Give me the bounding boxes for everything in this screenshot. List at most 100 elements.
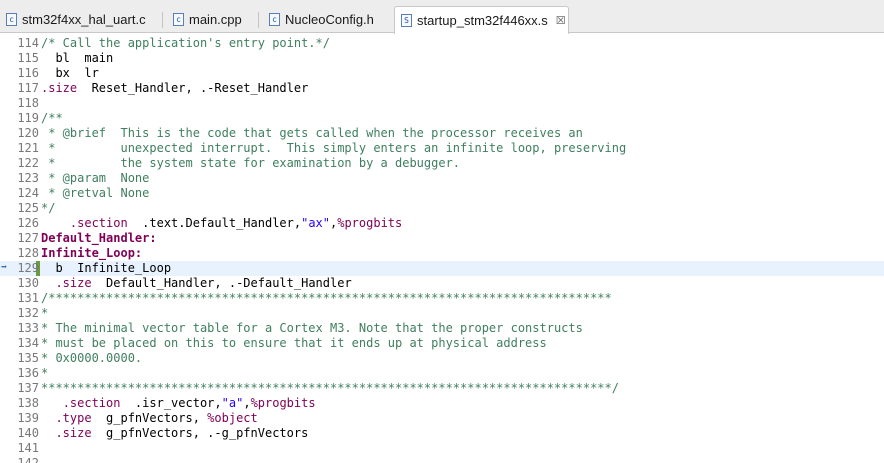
code-text: .type g_pfnVectors, %object [41, 411, 258, 426]
code-token-comment: * [41, 306, 49, 320]
code-line[interactable]: 131/************************************… [0, 291, 884, 306]
line-number: 122 [17, 156, 39, 170]
code-token-comment: * @retval None [41, 186, 150, 200]
code-line[interactable]: 135 * 0x0000.0000. [0, 351, 884, 366]
code-token-comment: /***************************************… [41, 291, 612, 305]
code-token-directive: .section [69, 216, 128, 230]
code-token-comment: */ [41, 201, 56, 215]
code-line[interactable]: 123 * @param None [0, 171, 884, 186]
line-number: 133 [17, 321, 39, 335]
editor-tab-bar: c stm32f4xx_hal_uart.c c main.cpp c Nucl… [0, 0, 884, 34]
close-icon[interactable]: ☒ [556, 14, 566, 27]
code-text: .section .text.Default_Handler,"ax",%pro… [41, 216, 402, 231]
code-text: * the system state for examination by a … [41, 156, 460, 171]
code-token-plain: , [243, 396, 251, 410]
code-token-str: "a" [221, 396, 244, 410]
code-token-comment: * [41, 366, 49, 380]
code-line[interactable]: 114/* Call the application's entry point… [0, 36, 884, 51]
code-line[interactable]: 118 [0, 96, 884, 111]
code-text: * @brief This is the code that gets call… [41, 126, 583, 141]
code-line[interactable]: 125 */ [0, 201, 884, 216]
tab-label: startup_stm32f446xx.s [417, 13, 548, 28]
code-text: * 0x0000.0000. [41, 351, 142, 366]
code-line[interactable]: 142 [0, 456, 884, 463]
c-file-icon: c [173, 13, 184, 26]
code-text: * [41, 366, 48, 381]
code-token-label: Default_Handler: [41, 231, 157, 245]
line-number: 139 [17, 411, 39, 425]
code-text: Default_Handler: [41, 231, 157, 246]
code-token-comment: * must be placed on this to ensure that … [41, 336, 547, 350]
code-line[interactable]: 127 Default_Handler: [0, 231, 884, 246]
code-text: .size Default_Handler, .-Default_Handler [41, 276, 351, 291]
asm-file-icon: S [401, 14, 412, 27]
code-line[interactable]: 133 * The minimal vector table for a Cort… [0, 321, 884, 336]
code-line[interactable]: 130 .size Default_Handler, .-Default_Han… [0, 276, 884, 291]
code-text: * @retval None [41, 186, 149, 201]
tab-separator [258, 12, 259, 28]
code-text: ****************************************… [41, 381, 619, 396]
code-line[interactable]: 139 .type g_pfnVectors, %object [0, 411, 884, 426]
code-line[interactable]: 115 bl main [0, 51, 884, 66]
tab-stm32f4xx-hal-uart[interactable]: c stm32f4xx_hal_uart.c [6, 6, 146, 33]
code-text: bx lr [41, 66, 99, 81]
code-token-directive: %object [207, 411, 258, 425]
code-token-plain: g_pfnVectors, .-g_pfnVectors [91, 426, 309, 440]
code-token-directive: .size [41, 81, 78, 95]
code-line[interactable]: 138 .section .isr_vector,"a",%progbits [0, 396, 884, 411]
code-line[interactable]: 124 * @retval None [0, 186, 884, 201]
code-token-plain: Reset_Handler, .-Reset_Handler [77, 81, 309, 95]
code-token-plain: b Infinite_Loop [41, 261, 172, 275]
tab-main-cpp[interactable]: c main.cpp [173, 6, 242, 33]
code-line[interactable]: 121 * unexpected interrupt. This simply … [0, 141, 884, 156]
line-number: 141 [17, 441, 39, 455]
code-text: Infinite_Loop: [41, 246, 142, 261]
line-number: 123 [17, 171, 39, 185]
code-line[interactable]: 132 * [0, 306, 884, 321]
code-text: * The minimal vector table for a Cortex … [41, 321, 583, 336]
code-editor[interactable]: 114/* Call the application's entry point… [0, 34, 884, 463]
code-text: /** [41, 111, 63, 126]
code-line-current[interactable]: ➡ 129 b Infinite_Loop [0, 261, 884, 276]
tab-nucleoconfig-h[interactable]: c NucleoConfig.h [269, 6, 374, 33]
tab-startup-stm32f446xx-s[interactable]: S startup_stm32f446xx.s ☒ [394, 6, 569, 34]
code-line[interactable]: 126 .section .text.Default_Handler,"ax",… [0, 216, 884, 231]
code-token-directive: %progbits [337, 216, 403, 230]
code-line[interactable]: 134 * must be placed on this to ensure th… [0, 336, 884, 351]
line-number: 132 [17, 306, 39, 320]
line-number: 138 [17, 396, 39, 410]
line-number: 115 [17, 51, 39, 65]
line-number: 119 [17, 111, 39, 125]
line-number: 125 [17, 201, 39, 215]
code-line[interactable]: 122 * the system state for examination b… [0, 156, 884, 171]
code-line[interactable]: 116 bx lr [0, 66, 884, 81]
code-token-label: Infinite_Loop: [41, 246, 143, 260]
code-line[interactable]: 141 [0, 441, 884, 456]
line-number: 131 [17, 291, 39, 305]
code-line[interactable]: 140 .size g_pfnVectors, .-g_pfnVectors [0, 426, 884, 441]
code-text: * unexpected interrupt. This simply ente… [41, 141, 626, 156]
code-token-plain: bx lr [41, 66, 99, 80]
code-line[interactable]: 117 .size Reset_Handler, .-Reset_Handler [0, 81, 884, 96]
code-line[interactable]: 120 * @brief This is the code that gets … [0, 126, 884, 141]
code-token-directive: %progbits [250, 396, 316, 410]
code-text: .section .isr_vector,"a",%progbits [41, 396, 316, 411]
line-number: 117 [17, 81, 39, 95]
tab-label: NucleoConfig.h [285, 12, 374, 27]
code-token-comment: ****************************************… [41, 381, 619, 395]
code-line[interactable]: 128 Infinite_Loop: [0, 246, 884, 261]
code-line[interactable]: 119/** [0, 111, 884, 126]
code-token-comment: * @brief This is the code that gets call… [41, 126, 583, 140]
code-token-directive: .size [55, 276, 92, 290]
line-number: 120 [17, 126, 39, 140]
code-line[interactable]: 136 * [0, 366, 884, 381]
code-token-comment: /** [41, 111, 63, 125]
code-line[interactable]: 137 *************************************… [0, 381, 884, 396]
code-text: /***************************************… [41, 291, 612, 306]
code-text: .size g_pfnVectors, .-g_pfnVectors [41, 426, 308, 441]
